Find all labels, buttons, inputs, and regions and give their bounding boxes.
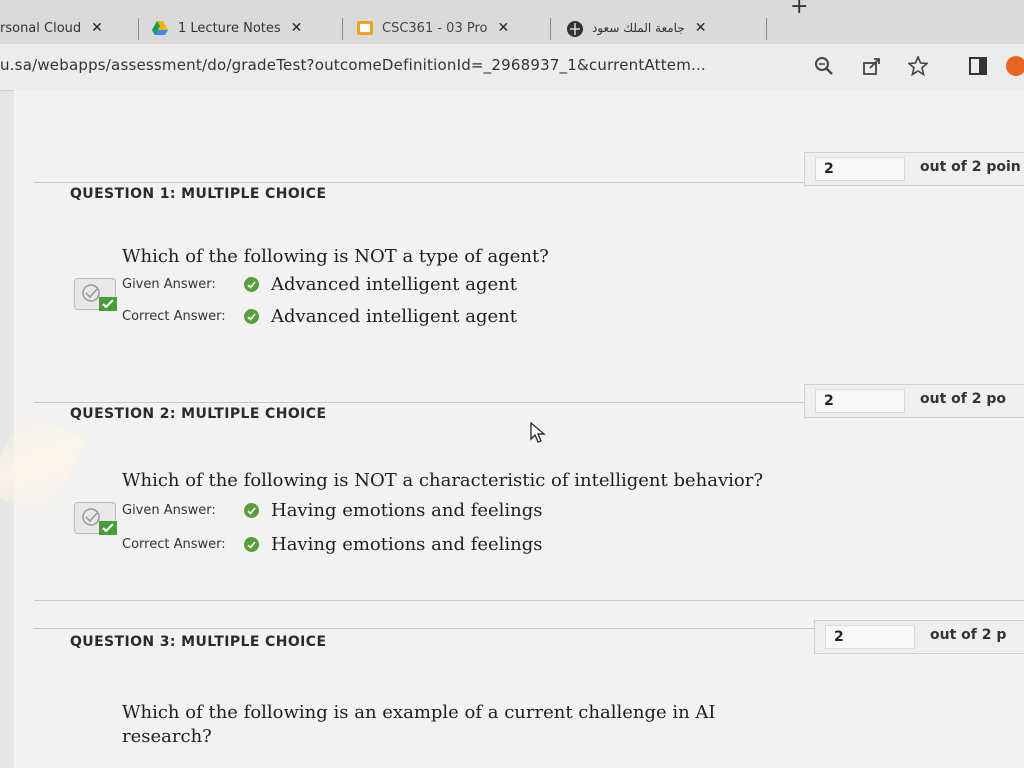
points-label: out of 2 p	[930, 627, 1007, 643]
tab-separator	[550, 18, 551, 40]
tab-strip: rsonal Cloud ✕ 1 Lecture Notes ✕ CSC361 …	[0, 0, 1024, 44]
zoom-icon[interactable]	[812, 54, 836, 78]
close-icon[interactable]: ✕	[291, 20, 303, 36]
close-icon[interactable]: ✕	[497, 20, 509, 36]
url-field[interactable]: u.sa/webapps/assessment/do/gradeTest?out…	[0, 56, 706, 74]
tab-csc361[interactable]: CSC361 - 03 Pro ✕	[356, 12, 540, 44]
slides-icon	[356, 20, 373, 36]
close-icon[interactable]: ✕	[91, 20, 103, 36]
tab-ksu[interactable]: جامعة الملك سعود ✕	[566, 12, 756, 44]
profile-icon[interactable]	[1004, 54, 1024, 78]
grade-test-page: QUESTION 1: MULTIPLE CHOICE 2 out of 2 p…	[14, 90, 1024, 768]
question-text-continued: research?	[122, 726, 212, 747]
tab-personal-cloud[interactable]: rsonal Cloud ✕	[0, 12, 128, 44]
drive-icon	[152, 20, 168, 36]
new-tab-button[interactable]: +	[790, 0, 808, 19]
address-bar: u.sa/webapps/assessment/do/gradeTest?out…	[0, 44, 1024, 91]
star-icon[interactable]	[906, 54, 930, 78]
tab-label: 1 Lecture Notes	[178, 20, 281, 36]
reading-list-icon[interactable]	[966, 54, 990, 78]
question-text: Which of the following is an example of …	[122, 702, 716, 723]
close-icon[interactable]: ✕	[695, 20, 707, 36]
divider	[34, 600, 1024, 601]
tab-separator	[766, 18, 767, 40]
question-header: QUESTION 3: MULTIPLE CHOICE	[70, 634, 327, 650]
tab-lecture-notes[interactable]: 1 Lecture Notes ✕	[152, 12, 332, 44]
mouse-cursor-icon	[530, 421, 550, 448]
share-icon[interactable]	[860, 54, 884, 78]
question-3: QUESTION 3: MULTIPLE CHOICE 2 out of 2 p…	[34, 90, 1024, 768]
points-field[interactable]: 2	[825, 625, 915, 649]
tab-label: rsonal Cloud	[0, 20, 82, 36]
tab-separator	[138, 18, 139, 40]
points-box: 2 out of 2 p	[814, 620, 1024, 654]
tab-separator	[342, 18, 343, 40]
tab-label: جامعة الملك سعود	[592, 21, 685, 35]
globe-icon	[566, 20, 583, 37]
tab-label: CSC361 - 03 Pro	[382, 20, 488, 36]
